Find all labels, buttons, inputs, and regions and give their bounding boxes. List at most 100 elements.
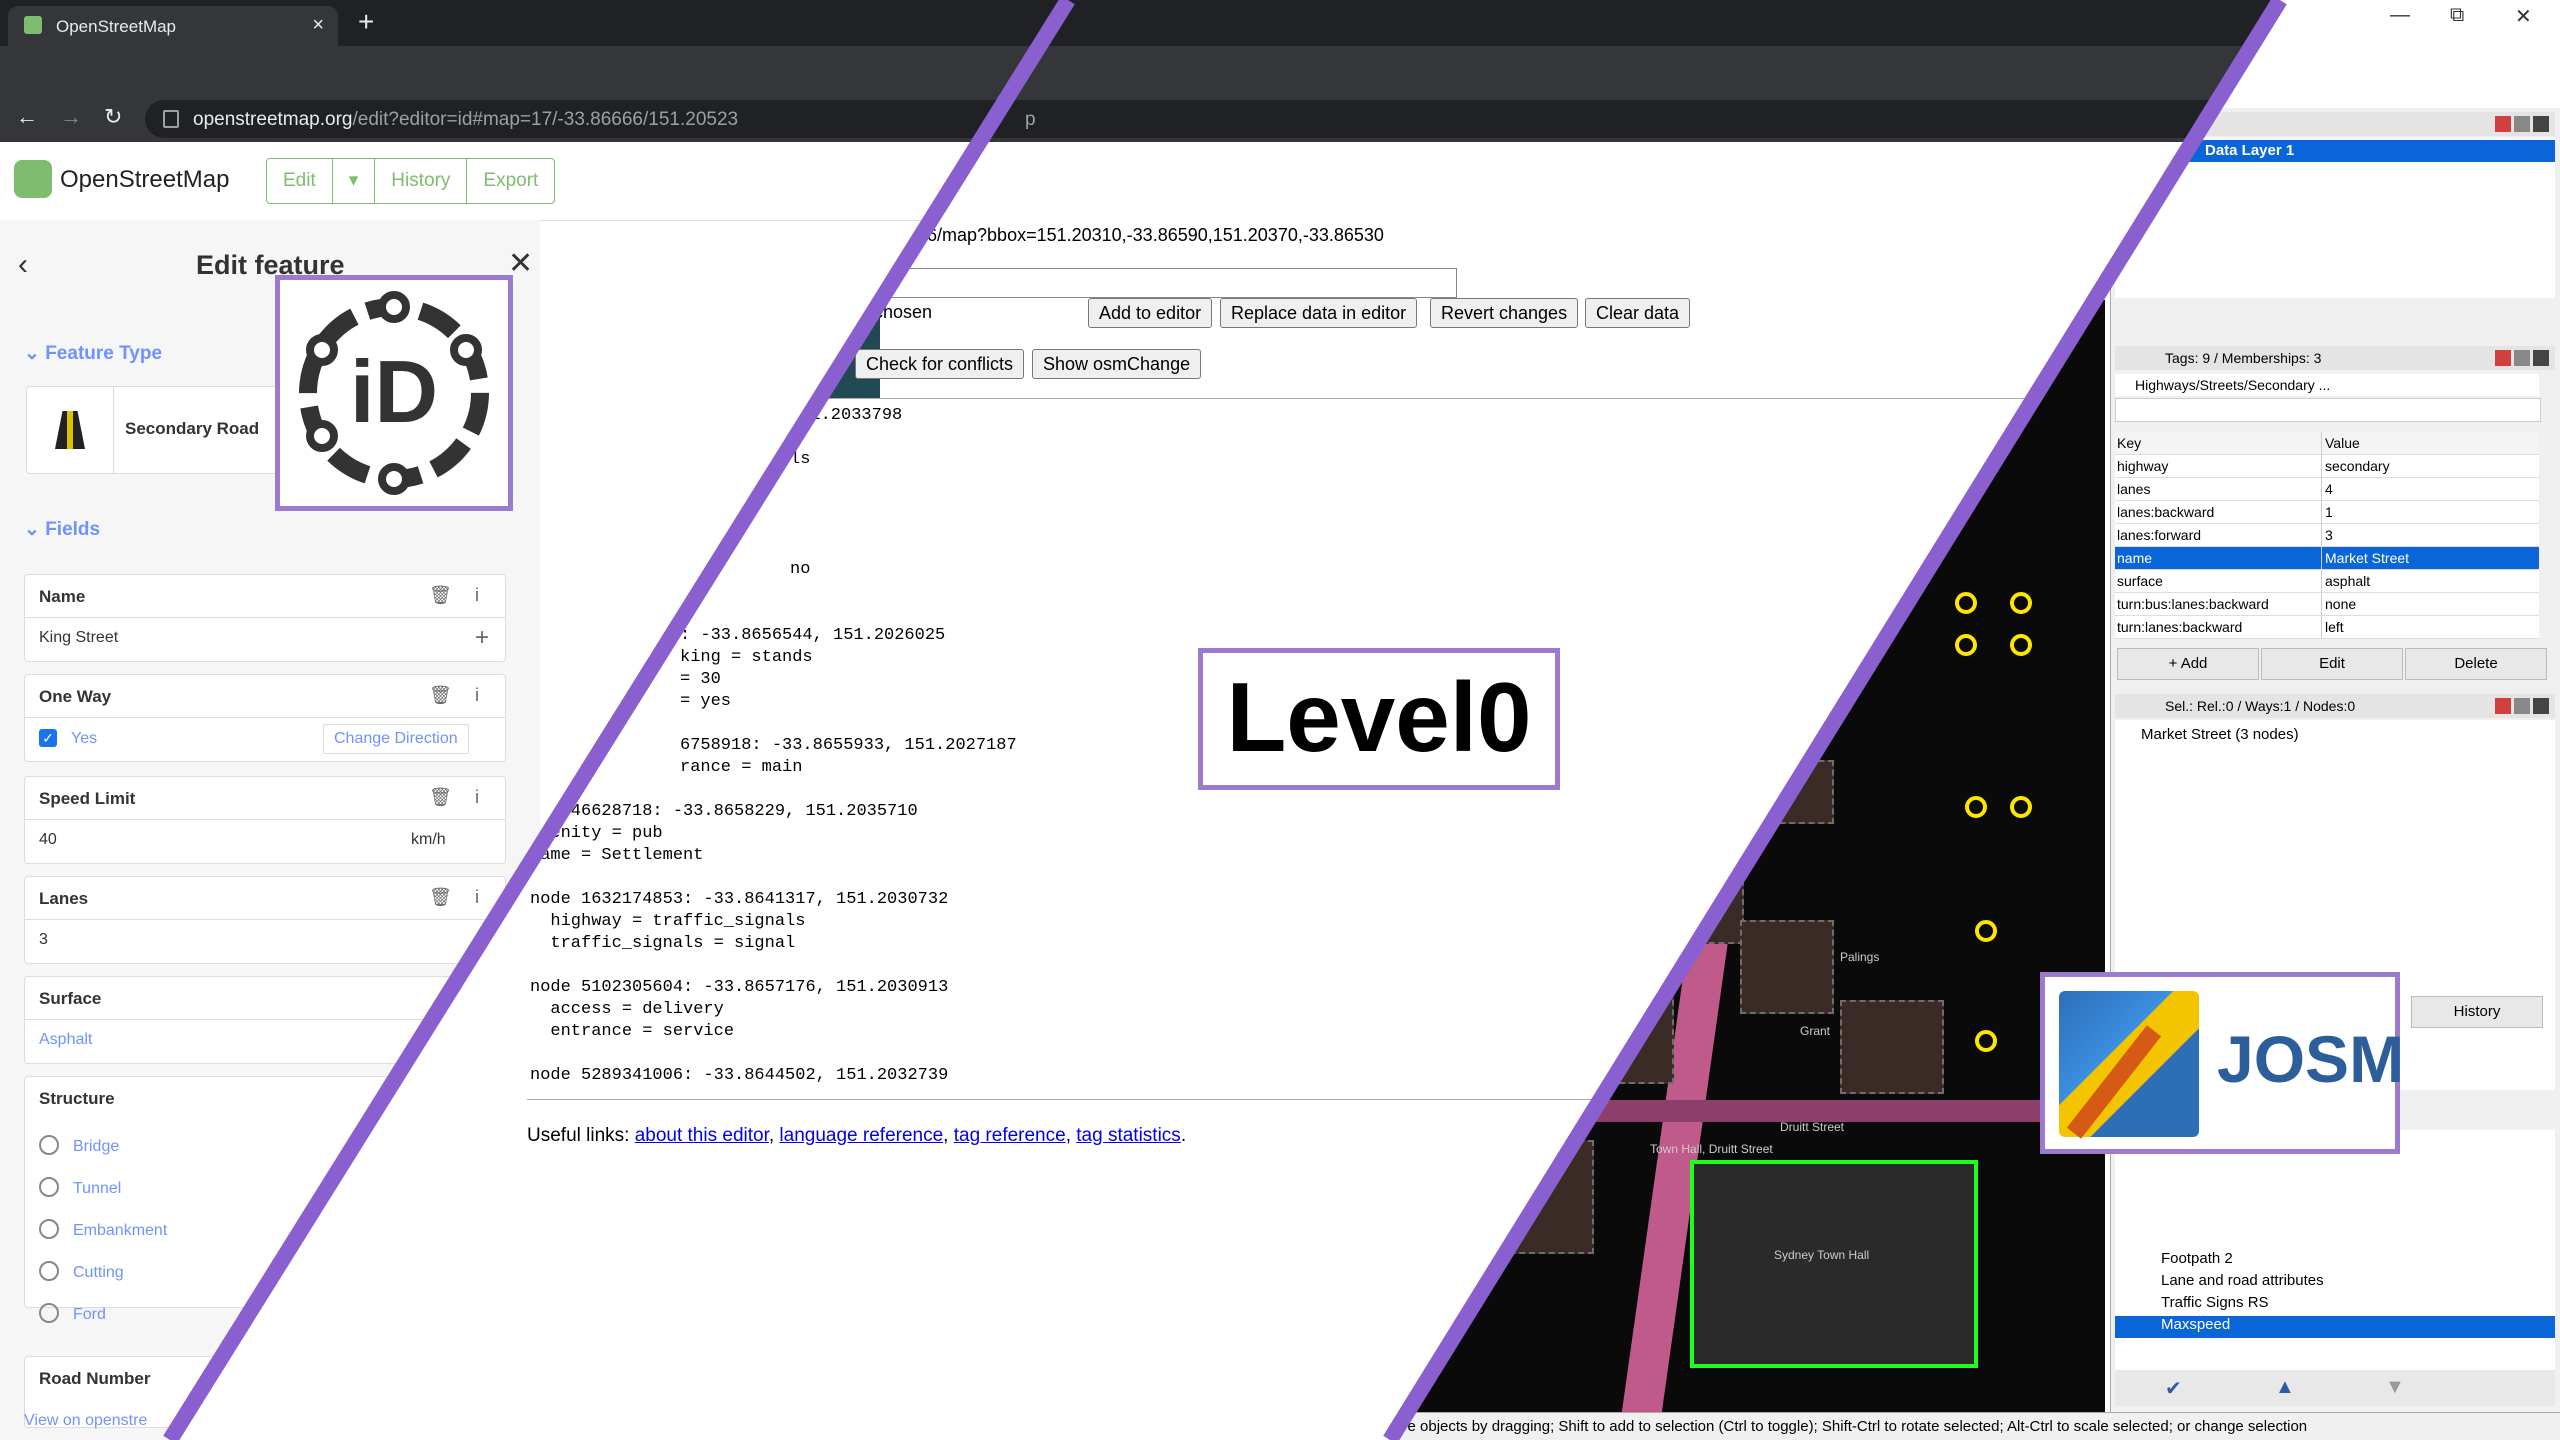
site-name[interactable]: OpenStreetMap xyxy=(60,166,229,194)
table-row[interactable]: name Market Street xyxy=(2115,547,2539,570)
show-osmchange-button[interactable]: Show osmChange xyxy=(1032,349,1202,379)
check-conflicts-button[interactable]: Check for conflicts xyxy=(855,349,1025,379)
oneway-value: ✓ Yes xyxy=(39,729,97,748)
clear-data-button[interactable]: Clear data xyxy=(1585,298,1691,328)
table-row[interactable]: lanes:backward 1 xyxy=(2115,501,2539,524)
selection-item[interactable]: Market Street (3 nodes) xyxy=(2141,726,2299,743)
structure-option[interactable]: Bridge xyxy=(39,1135,119,1156)
history-button[interactable]: History xyxy=(2411,996,2543,1028)
minimize-icon[interactable]: — xyxy=(2390,4,2410,27)
layers-list: Data Layer 1 xyxy=(2115,138,2555,298)
add-tag-button[interactable]: + Add xyxy=(2117,648,2259,680)
map-label: Palings xyxy=(1840,950,1880,964)
panel-controls-icon[interactable] xyxy=(2495,116,2549,132)
file-chosen-label: chosen xyxy=(874,302,933,322)
table-row[interactable]: highway secondary xyxy=(2115,455,2539,478)
josm-badge: JOSM xyxy=(2040,972,2404,1154)
table-row[interactable]: lanes 4 xyxy=(2115,478,2539,501)
speed-unit-select[interactable]: km/h xyxy=(411,831,446,849)
structure-option[interactable]: Ford xyxy=(39,1303,106,1324)
speed-input[interactable]: 40 km/h xyxy=(25,819,505,862)
styles-toolbar: ✔ ▲ ▼ xyxy=(2115,1370,2555,1406)
trash-icon[interactable]: 🗑 xyxy=(429,787,452,808)
tag-statistics-link[interactable]: tag statistics xyxy=(1076,1125,1181,1146)
traffic-signal-icon xyxy=(1965,796,1987,818)
check-icon[interactable]: ✔ xyxy=(2165,1376,2182,1401)
tag-filter-input[interactable] xyxy=(2115,398,2541,422)
text-line xyxy=(530,1043,1017,1065)
map-building xyxy=(1840,1000,1944,1094)
list-item[interactable]: Lane and road attributes xyxy=(2115,1272,2555,1294)
view-on-osm-link[interactable]: View on openstre xyxy=(24,1412,147,1430)
trash-icon[interactable]: 🗑 xyxy=(429,887,452,908)
josm-wordmark: JOSM xyxy=(2217,1022,2405,1096)
tag-reference-link[interactable]: tag reference xyxy=(954,1125,1066,1146)
fields-heading[interactable]: ⌄ Fields xyxy=(24,518,100,541)
list-item[interactable]: Traffic Signs RS xyxy=(2115,1294,2555,1316)
history-button[interactable]: History xyxy=(375,159,468,203)
text-line xyxy=(530,867,1017,889)
language-reference-link[interactable]: language reference xyxy=(779,1125,943,1146)
lanes-input[interactable]: 3 xyxy=(25,919,505,962)
trash-icon[interactable]: 🗑 xyxy=(429,685,452,706)
change-direction-button[interactable]: Change Direction xyxy=(323,724,469,754)
table-row[interactable]: turn:lanes:backward left xyxy=(2115,616,2539,639)
api-url: 0.6/map?bbox=151.20310,-33.86590,151.203… xyxy=(912,225,1384,245)
back-chevron-icon[interactable]: ‹ xyxy=(18,248,28,282)
osm-nav: Edit ▾ History Export xyxy=(266,158,556,204)
name-input[interactable]: King Street + xyxy=(25,617,505,660)
id-logo-icon: iD xyxy=(299,291,489,495)
window-close-icon[interactable]: ✕ xyxy=(2515,4,2532,29)
edit-dropdown-icon[interactable]: ▾ xyxy=(333,159,376,203)
back-arrow-icon[interactable]: ← xyxy=(16,104,38,130)
panel-controls-icon[interactable] xyxy=(2495,698,2549,714)
osm-logo-icon[interactable] xyxy=(14,160,52,198)
structure-option[interactable]: Cutting xyxy=(39,1261,124,1282)
address-url: openstreetmap.org/edit?editor=id#map=17/… xyxy=(193,109,739,130)
up-arrow-icon[interactable]: ▲ xyxy=(2275,1376,2295,1399)
table-row[interactable]: lanes:forward 3 xyxy=(2115,524,2539,547)
data-layer-row[interactable]: Data Layer 1 xyxy=(2185,140,2555,162)
info-icon[interactable]: i xyxy=(475,787,479,808)
info-icon[interactable]: i xyxy=(475,585,479,606)
browser-tab[interactable]: OpenStreetMap × xyxy=(8,6,338,46)
info-icon[interactable]: i xyxy=(475,887,479,908)
text-line: name = Settlement xyxy=(530,846,704,865)
reload-icon[interactable]: ↻ xyxy=(104,104,122,130)
panel-controls-icon[interactable] xyxy=(2495,350,2549,366)
new-tab-icon[interactable]: + xyxy=(358,6,374,38)
url-input[interactable] xyxy=(860,268,1457,298)
add-icon[interactable]: + xyxy=(475,624,489,652)
road-number-label: Road Number xyxy=(39,1369,151,1388)
tags-panel-header: Tags: 9 / Memberships: 3 xyxy=(2115,346,2555,370)
list-item[interactable]: Footpath 2 xyxy=(2115,1250,2555,1272)
lanes-label: Lanes xyxy=(39,889,89,908)
trash-icon[interactable]: 🗑 xyxy=(429,585,452,606)
table-row[interactable]: surface asphalt xyxy=(2115,570,2539,593)
structure-option[interactable]: Tunnel xyxy=(39,1177,121,1198)
name-label: Name xyxy=(39,587,86,606)
osm-favicon-icon xyxy=(24,16,42,34)
table-row[interactable]: turn:bus:lanes:backward none xyxy=(2115,593,2539,616)
structure-option[interactable]: Embankment xyxy=(39,1219,167,1240)
revert-changes-button[interactable]: Revert changes xyxy=(1430,298,1579,328)
export-button[interactable]: Export xyxy=(467,159,554,203)
preset-button[interactable]: Secondary Road xyxy=(26,386,278,474)
info-icon[interactable]: i xyxy=(475,685,479,706)
feature-type-heading[interactable]: ⌄ Feature Type xyxy=(24,342,162,365)
oneway-checkbox[interactable]: ✓ Yes Change Direction xyxy=(25,717,505,760)
replace-data-button[interactable]: Replace data in editor xyxy=(1220,298,1418,328)
maximize-icon[interactable]: ⧉ xyxy=(2450,4,2464,27)
delete-tag-button[interactable]: Delete xyxy=(2405,648,2547,680)
useful-links: Useful links: about this editor, languag… xyxy=(527,1125,1187,1146)
map-building xyxy=(1740,920,1834,1014)
about-editor-link[interactable]: about this editor xyxy=(635,1125,769,1146)
edit-tag-button[interactable]: Edit xyxy=(2261,648,2403,680)
edit-button[interactable]: Edit xyxy=(267,159,333,203)
add-to-editor-button[interactable]: Add to editor xyxy=(1088,298,1213,328)
list-item[interactable]: Maxspeed xyxy=(2115,1316,2555,1338)
forward-arrow-icon[interactable]: → xyxy=(60,104,82,130)
tab-close-icon[interactable]: × xyxy=(312,14,324,37)
down-arrow-icon[interactable]: ▼ xyxy=(2385,1376,2405,1399)
preset-link[interactable]: Highways/Streets/Secondary ... xyxy=(2115,374,2539,396)
